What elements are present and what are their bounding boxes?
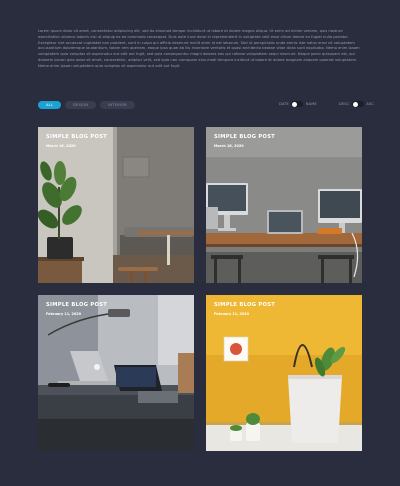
post-date: February 11, 2020 bbox=[214, 312, 249, 316]
sort-date-name-toggle[interactable] bbox=[291, 101, 304, 107]
post-2-photo bbox=[206, 127, 362, 283]
post-1-photo bbox=[38, 127, 194, 283]
post-title[interactable]: Simple Blog Post bbox=[214, 134, 275, 140]
sort-name-label: Name bbox=[305, 102, 317, 106]
sort-controls: Date Name Desc Asc bbox=[279, 101, 374, 107]
sort-date-name: Date Name bbox=[279, 101, 317, 107]
post-title[interactable]: Simple Blog Post bbox=[46, 302, 107, 308]
filter-interior-button[interactable]: Interior bbox=[100, 101, 135, 109]
filter-design-button[interactable]: Design bbox=[65, 101, 97, 109]
category-filter-bar: All Design Interior bbox=[38, 101, 135, 109]
post-date: February 11, 2020 bbox=[46, 312, 81, 316]
post-3-photo bbox=[38, 295, 194, 451]
sort-date-label: Date bbox=[279, 102, 289, 106]
post-title[interactable]: Simple Blog Post bbox=[214, 302, 275, 308]
filter-all-button[interactable]: All bbox=[38, 101, 62, 109]
post-date: March 16, 2020 bbox=[46, 144, 76, 148]
sort-asc-label: Asc bbox=[366, 102, 374, 106]
sort-order: Desc Asc bbox=[339, 101, 374, 107]
post-4-photo bbox=[206, 295, 362, 451]
blog-post-card-4[interactable]: Simple Blog Post February 11, 2020 bbox=[206, 295, 362, 451]
sort-order-toggle[interactable] bbox=[351, 101, 364, 107]
blog-post-card-2[interactable]: Simple Blog Post March 16, 2020 bbox=[206, 127, 362, 283]
blog-post-card-3[interactable]: Simple Blog Post February 11, 2020 bbox=[38, 295, 194, 451]
intro-paragraph: Lorem ipsum dolor sit amet, consectetur … bbox=[38, 29, 360, 68]
blog-post-card-1[interactable]: Simple Blog Post March 16, 2020 bbox=[38, 127, 194, 283]
post-date: March 16, 2020 bbox=[214, 144, 244, 148]
sort-desc-label: Desc bbox=[338, 102, 350, 106]
post-title[interactable]: Simple Blog Post bbox=[46, 134, 107, 140]
